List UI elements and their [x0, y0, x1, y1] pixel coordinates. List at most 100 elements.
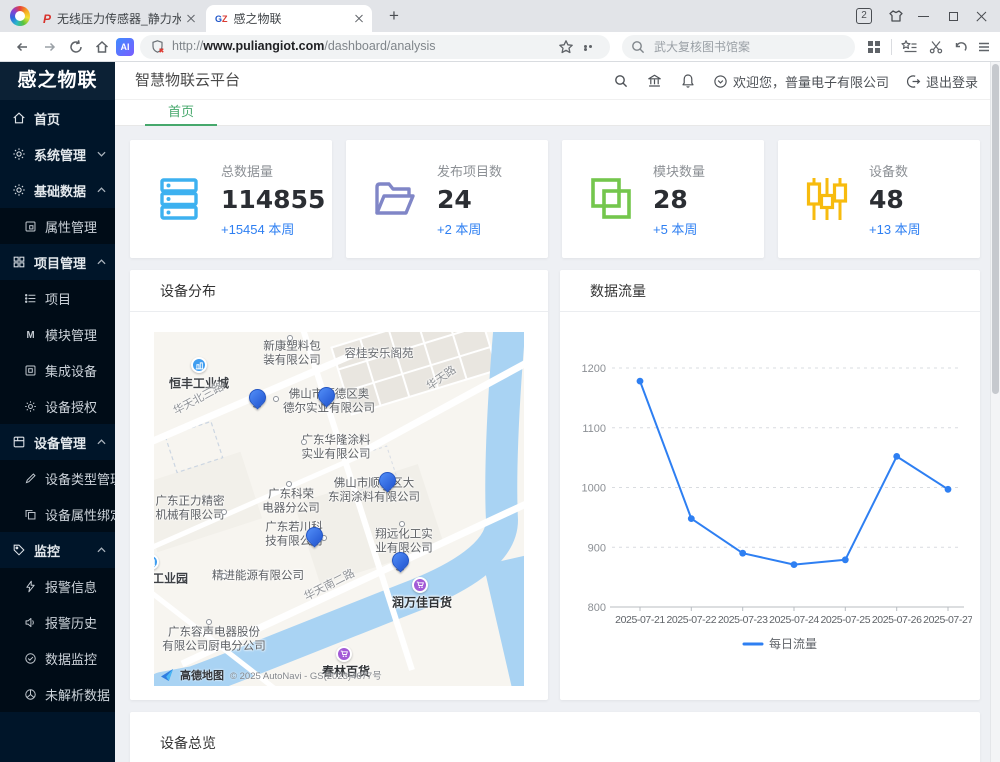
window-minimize-button[interactable]	[908, 0, 938, 32]
map-poi-dot	[301, 439, 307, 445]
svg-text:900: 900	[588, 542, 606, 554]
stat-value: 114855	[221, 185, 325, 214]
map-label: 华天南二路	[302, 567, 357, 604]
chevron-up-icon	[97, 259, 106, 265]
favorites-list-icon[interactable]	[901, 39, 918, 55]
map-poi-dot	[273, 396, 279, 402]
undo-restore-icon[interactable]	[953, 39, 969, 55]
bell-icon[interactable]	[680, 73, 696, 89]
logout-label: 退出登录	[926, 72, 978, 91]
stat-label: 设备数	[869, 161, 921, 180]
stats-row: 总数据量 114855 +15454 本周 发布项目数 24 +2 本周 模块数…	[130, 140, 980, 258]
map-label: 广东科荣 电器分公司	[262, 488, 320, 517]
stat-label: 总数据量	[221, 161, 325, 180]
device-overview-panel: 设备总览	[130, 712, 980, 762]
sidebar-item-alarm-history[interactable]: 报警历史	[0, 604, 115, 640]
amap-logo-icon	[160, 668, 174, 682]
map-poi-dot	[286, 481, 292, 487]
menu-hamburger-icon[interactable]	[976, 39, 992, 55]
stat-card-total-data: 总数据量 114855 +15454 本周	[130, 140, 332, 258]
svg-text:2025-07-25: 2025-07-25	[820, 614, 870, 626]
map-marker[interactable]	[245, 385, 269, 409]
panel-title: 数据流量	[560, 270, 980, 312]
address-bar[interactable]: http://www.puliangiot.com/dashboard/anal…	[140, 35, 610, 59]
page-tabbar: 首页	[115, 100, 990, 126]
window-close-button[interactable]	[966, 0, 996, 32]
modules-icon	[587, 175, 635, 223]
address-more-icon[interactable]	[584, 45, 598, 48]
tab-title: 感之物联	[234, 10, 349, 27]
apps-grid-icon[interactable]	[866, 39, 882, 55]
map-label: 润万佳百货	[392, 596, 452, 611]
map-label: 佛山市顺德区大 东润涂料有限公司	[328, 477, 420, 506]
sidebar-item-system-mgmt[interactable]: 系统管理	[0, 136, 115, 172]
sidebar-item-integrated-devices[interactable]: 集成设备	[0, 352, 115, 388]
map-poi-dot	[399, 521, 405, 527]
new-tab-button[interactable]: +	[382, 4, 406, 28]
sidebar-item-device-attr-binding[interactable]: 设备属性绑定	[0, 496, 115, 532]
url-text[interactable]: http://www.puliangiot.com/dashboard/anal…	[172, 39, 436, 53]
svg-text:1000: 1000	[582, 483, 606, 495]
browser-search-box[interactable]	[622, 35, 855, 59]
browser-logo-icon[interactable]	[10, 6, 30, 26]
svg-text:2025-07-23: 2025-07-23	[718, 614, 768, 626]
candlestick-icon	[803, 175, 851, 223]
sidebar-item-device-mgmt[interactable]: 设备管理	[0, 424, 115, 460]
browser-tab-active[interactable]: GZ 感之物联	[206, 5, 372, 32]
insecure-shield-icon[interactable]	[150, 39, 166, 55]
map-poi-shop-icon	[336, 646, 352, 662]
sidebar-item-unparsed-data[interactable]: 未解析数据	[0, 676, 115, 712]
back-icon[interactable]	[14, 39, 30, 55]
map-poi-dot	[221, 509, 227, 515]
sidebar-item-home[interactable]: 首页	[0, 100, 115, 136]
tab-close-icon[interactable]	[187, 15, 195, 23]
window-maximize-button[interactable]	[938, 0, 968, 32]
stat-value: 28	[653, 185, 705, 214]
map-copyright: © 2025 AutoNavi - GS(2023)4677号	[230, 668, 382, 682]
main-content: 智慧物联云平台 欢迎您，普量电子有限公司 退出登录 首页 总数据量 11	[115, 62, 990, 762]
sidebar-item-basic-data[interactable]: 基础数据	[0, 172, 115, 208]
sidebar-item-project-mgmt[interactable]: 项目管理	[0, 244, 115, 280]
scrollbar-thumb[interactable]	[992, 64, 999, 394]
sidebar-item-projects[interactable]: 项目	[0, 280, 115, 316]
panel-title: 设备分布	[130, 270, 548, 312]
sidebar-item-monitoring[interactable]: 监控	[0, 532, 115, 568]
chevron-up-icon	[97, 187, 106, 193]
browser-tab-inactive[interactable]: P 无线压力传感器_静力水准仪_	[34, 5, 204, 32]
welcome-user[interactable]: 欢迎您，普量电子有限公司	[713, 72, 889, 91]
browser-toolbar: AI http://www.puliangiot.com/dashboard/a…	[0, 32, 1000, 62]
sidebar-item-attribute-mgmt[interactable]: 属性管理	[0, 208, 115, 244]
bookmark-star-icon[interactable]	[558, 39, 574, 55]
theme-shirt-icon[interactable]	[888, 8, 904, 24]
sidebar-item-data-monitoring[interactable]: 数据监控	[0, 640, 115, 676]
map-poi-dot	[221, 573, 227, 579]
data-flow-chart: 8009001000110012002025-07-212025-07-2220…	[568, 314, 972, 660]
stat-delta: +2 本周	[437, 219, 502, 238]
sidebar-item-device-type-mgmt[interactable]: 设备类型管理	[0, 460, 115, 496]
list-icon	[24, 292, 37, 305]
ai-assistant-button[interactable]: AI	[116, 38, 134, 56]
logout-button[interactable]: 退出登录	[906, 72, 978, 91]
pen-icon	[24, 472, 37, 485]
device-map[interactable]: 新康塑料包 装有限公司容桂安乐阁苑恒丰工业城华天北三路佛山市顺德区奥 德尔实业有…	[154, 332, 524, 686]
forward-icon[interactable]	[42, 39, 58, 55]
device-distribution-panel: 设备分布	[130, 270, 548, 700]
map-attribution: 高德地图 © 2025 AutoNavi - GS(2023)4677号	[160, 667, 382, 683]
folder-icon	[371, 175, 419, 223]
screenshot-scissors-icon[interactable]	[928, 39, 944, 55]
header-search-icon[interactable]	[613, 73, 629, 89]
home-icon[interactable]	[94, 39, 110, 55]
tab-home[interactable]: 首页	[145, 100, 217, 126]
map-label: 广东正力精密 机械有限公司	[156, 495, 225, 524]
map-poi-building-icon	[154, 554, 159, 570]
tab-count-badge[interactable]: 2	[856, 8, 872, 24]
search-input[interactable]	[652, 37, 842, 57]
sidebar-item-alarm-info[interactable]: 报警信息	[0, 568, 115, 604]
page-scrollbar[interactable]	[990, 62, 1000, 762]
bank-icon[interactable]	[646, 73, 663, 89]
reload-icon[interactable]	[68, 39, 84, 55]
sidebar-item-module-mgmt[interactable]: M 模块管理	[0, 316, 115, 352]
tab-favicon: GZ	[215, 14, 228, 24]
tab-close-icon[interactable]	[355, 15, 363, 23]
sidebar-item-device-authorization[interactable]: 设备授权	[0, 388, 115, 424]
